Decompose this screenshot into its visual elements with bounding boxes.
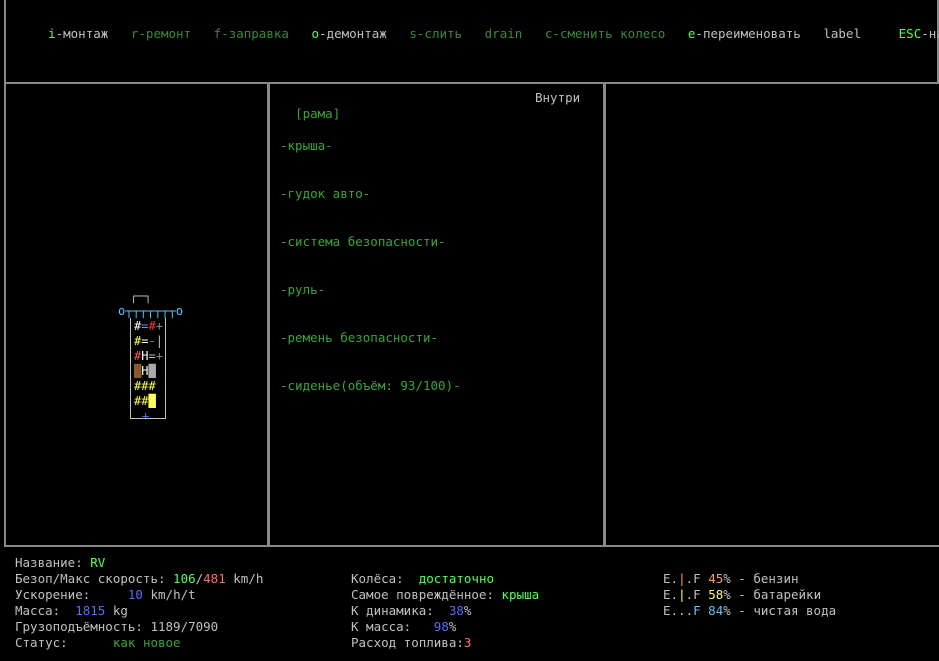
uninstall-action[interactable]: o-демонтаж [312, 26, 387, 41]
part-item[interactable]: -система безопасности- [280, 234, 461, 250]
vehicle-map-row: o┬┬┬┬┬┬┬o [118, 305, 183, 318]
k-dynamics-row: К динамика: 38% [351, 603, 472, 618]
vehicle-body-outline [130, 318, 166, 419]
part-item[interactable]: -руль- [280, 282, 461, 298]
location-label: Внутри [535, 90, 581, 105]
install-action[interactable]: i-монтаж [48, 26, 108, 41]
refill-action[interactable]: f-заправка [214, 26, 289, 41]
k-mass-row: К масса: 98% [351, 619, 457, 634]
vehicle-map[interactable]: ┌─┐ o┬┬┬┬┬┬┬o #=#+ #=-| #H=+ █H█ ### ##█ + [118, 290, 188, 430]
part-item[interactable]: -гудок авто- [280, 186, 461, 202]
mass-row: Масса: 1815 kg [15, 603, 128, 618]
vehicle-tile[interactable]: o [176, 304, 183, 318]
part-item[interactable]: -ремень безопасности- [280, 330, 461, 346]
drain-action[interactable]: drain [485, 26, 523, 41]
status-row: Статус: как новое [15, 635, 181, 650]
back-action[interactable]: ESC-назад [899, 26, 939, 41]
vehicle-name-row: Название: RV [15, 555, 106, 570]
most-damaged-row: Самое повреждённое: крыша [351, 587, 540, 602]
fuel-usage-row: Расход топлива:3 [351, 635, 472, 650]
vehicle-name: RV [90, 555, 106, 570]
wheels-row: Колёса: достаточно [351, 571, 495, 586]
vehicle-map-row: ┌─┐ [130, 290, 152, 303]
tank-row: E.|.F 45% - бензин [663, 571, 799, 586]
rename-action[interactable]: e-переименовать [688, 26, 801, 41]
description-panel [603, 82, 939, 547]
tank-row: E...F 84% - чистая вода [663, 603, 837, 618]
acceleration-row: Ускорение: 10 km/h/t [15, 587, 196, 602]
vehicle-tile[interactable]: ┬┬┬┬┬┬┬ [125, 304, 176, 318]
part-item[interactable]: -крыша- [280, 138, 461, 154]
cargo-row: Грузоподъёмность: 1189/7090 [15, 619, 219, 634]
tank-row: E.|.F 58% - батарейки [663, 587, 822, 602]
vehicle-tile[interactable]: ┌─┐ [130, 289, 152, 303]
action-menu: i-монтаж r-ремонт f-заправка o-демонтаж … [33, 10, 939, 42]
change-wheel-action[interactable]: c-сменить колесо [545, 26, 665, 41]
speed-row: Безоп/Макс скорость: 106/481 km/h [15, 571, 264, 586]
parts-list: -крыша- -гудок авто- -система безопаснос… [280, 106, 461, 410]
label-action[interactable]: label [823, 26, 861, 41]
repair-action[interactable]: r-ремонт [131, 26, 191, 41]
part-item[interactable]: -сиденье(объём: 93/100)- [280, 378, 461, 394]
siphon-action[interactable]: s-слить [409, 26, 462, 41]
